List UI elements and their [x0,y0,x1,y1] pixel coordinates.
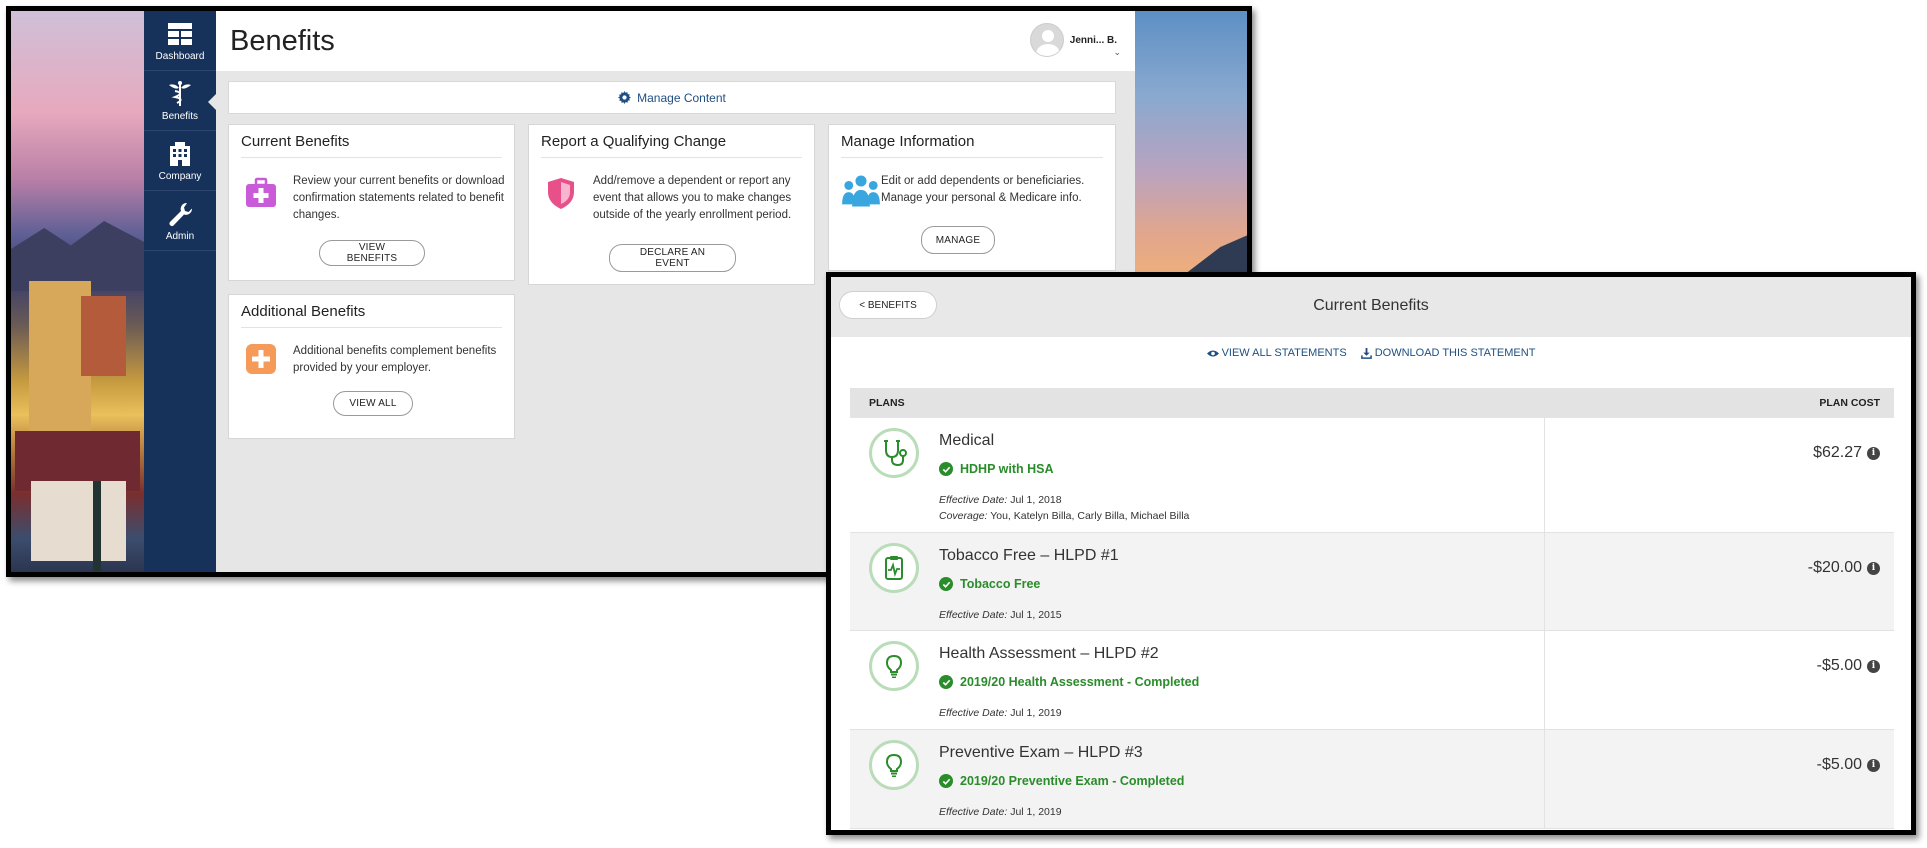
plan-cost: -$5.00 i [1817,657,1880,675]
user-menu[interactable]: Jenni... B. [1029,23,1117,57]
plan-status-label: HDHP with HSA [960,462,1054,476]
check-circle-icon [939,577,953,591]
effective-date: Effective Date: Jul 1, 2018 [939,494,1062,506]
city-background-left [11,11,144,572]
card-title: Additional Benefits [241,303,366,320]
caduceus-icon [169,80,191,106]
column-header-plan-cost: PLAN COST [1819,397,1880,409]
info-icon[interactable]: i [1867,659,1880,673]
card-description: Add/remove a dependent or report any eve… [593,175,792,221]
detail-title: Current Benefits [1313,297,1429,314]
plan-status-label: Tobacco Free [960,577,1041,591]
sidebar-item-dashboard[interactable]: Dashboard [144,11,216,71]
info-icon[interactable]: i [1867,561,1880,575]
plan-cost: $62.27 i [1813,444,1880,462]
statement-links: VIEW ALL STATEMENTS DOWNLOAD THIS STATEM… [831,337,1911,369]
column-header-plans: PLANS [869,397,905,409]
user-name: Jenni... B. [1069,34,1117,46]
effective-date: Effective Date: Jul 1, 2019 [939,707,1062,719]
plan-name: Preventive Exam – HLPD #3 [939,744,1143,761]
coverage: Coverage: You, Katelyn Billa, Carly Bill… [939,510,1190,522]
sidebar-item-admin[interactable]: Admin [144,191,216,251]
detail-header: < BENEFITS Current Benefits [831,277,1911,337]
page-title: Benefits [230,25,335,57]
plan-status-label: 2019/20 Health Assessment - Completed [960,675,1200,689]
plan-name: Medical [939,432,995,449]
sidebar-item-label: Dashboard [155,50,205,62]
check-circle-icon [939,462,953,476]
table-row[interactable]: Preventive Exam – HLPD #3 2019/20 Preven… [850,730,1894,829]
effective-date: Effective Date: Jul 1, 2015 [939,609,1062,621]
manage-content-button[interactable]: Manage Content [228,81,1116,114]
wrench-icon [169,202,193,226]
manage-information-card: Manage Information Edit or add dependent… [828,124,1116,271]
download-statement-link[interactable]: DOWNLOAD THIS STATEMENT [1360,347,1536,359]
eye-icon [1206,350,1219,356]
dashboard-icon [168,22,192,45]
manage-content-label: Manage Content [637,90,726,105]
plan-status-label: 2019/20 Preventive Exam - Completed [960,774,1185,788]
view-all-statements-label: VIEW ALL STATEMENTS [1221,347,1347,359]
effective-date: Effective Date: Jul 1, 2019 [939,806,1062,818]
card-description: Additional benefits complement benefits … [293,345,497,374]
view-all-button[interactable]: VIEW ALL [333,391,413,416]
declare-an-event-button[interactable]: DECLARE AN EVENT [609,244,736,272]
plan-cost: -$5.00 i [1817,756,1880,774]
shield-icon [548,178,574,209]
plan-cost-value: -$5.00 [1816,657,1862,674]
table-row[interactable]: Health Assessment – HLPD #2 2019/20 Heal… [850,631,1894,730]
plus-square-icon [246,344,276,374]
additional-benefits-card: Additional Benefits Additional benefits … [228,294,515,439]
plan-status: 2019/20 Preventive Exam - Completed [939,774,1184,788]
top-bar: Benefits Jenni... B. ⌄ [216,11,1135,71]
gear-icon [618,91,632,104]
plan-status: 2019/20 Health Assessment - Completed [939,675,1199,689]
stethoscope-icon [869,428,919,478]
plans-table: PLANS PLAN COST Medical HDHP with HSA Ef… [850,388,1894,829]
plan-cost-value: $62.27 [1813,444,1862,461]
lightbulb-icon [869,740,919,790]
chevron-down-icon[interactable]: ⌄ [1113,47,1121,58]
plan-name: Health Assessment – HLPD #2 [939,645,1159,662]
info-icon[interactable]: i [1867,758,1880,772]
qualifying-change-card: Report a Qualifying Change Add/remove a … [528,124,815,285]
plan-cost-value: -$20.00 [1807,559,1862,576]
current-benefits-window: < BENEFITS Current Benefits VIEW ALL STA… [826,272,1916,835]
sidebar: Dashboard Benefits Company Admin [144,11,217,572]
sidebar-item-label: Admin [165,230,195,242]
plan-status: HDHP with HSA [939,462,1054,476]
card-description: Review your current benefits or download… [293,175,505,221]
table-row[interactable]: Tobacco Free – HLPD #1 Tobacco Free Effe… [850,533,1894,631]
plan-status: Tobacco Free [939,577,1040,591]
sidebar-item-benefits[interactable]: Benefits [144,71,217,131]
check-circle-icon [939,675,953,689]
sidebar-item-label: Benefits [161,110,199,122]
plan-cost-value: -$5.00 [1816,756,1862,773]
people-icon [842,175,880,207]
plan-cost: -$20.00 i [1808,559,1880,577]
plans-table-header: PLANS PLAN COST [850,388,1894,418]
sidebar-item-company[interactable]: Company [144,131,216,191]
clipboard-pulse-icon [869,543,919,593]
view-benefits-button[interactable]: VIEW BENEFITS [319,240,425,266]
building-icon [170,141,190,166]
plan-name: Tobacco Free – HLPD #1 [939,547,1119,564]
lightbulb-icon [869,641,919,691]
view-all-statements-link[interactable]: VIEW ALL STATEMENTS [1206,347,1347,359]
table-row[interactable]: Medical HDHP with HSA Effective Date: Ju… [850,418,1894,533]
avatar [1029,23,1064,57]
info-icon[interactable]: i [1867,446,1880,460]
manage-button[interactable]: MANAGE [921,226,995,254]
download-icon [1360,347,1372,359]
sidebar-item-label: Company [158,170,202,182]
download-statement-label: DOWNLOAD THIS STATEMENT [1374,347,1536,359]
card-title: Manage Information [841,133,975,150]
card-description: Edit or add dependents or beneficiaries.… [881,175,1085,204]
card-title: Report a Qualifying Change [541,133,727,150]
current-benefits-card: Current Benefits Review your current ben… [228,124,515,281]
first-aid-kit-icon [246,177,276,207]
check-circle-icon [939,774,953,788]
card-title: Current Benefits [241,133,350,150]
